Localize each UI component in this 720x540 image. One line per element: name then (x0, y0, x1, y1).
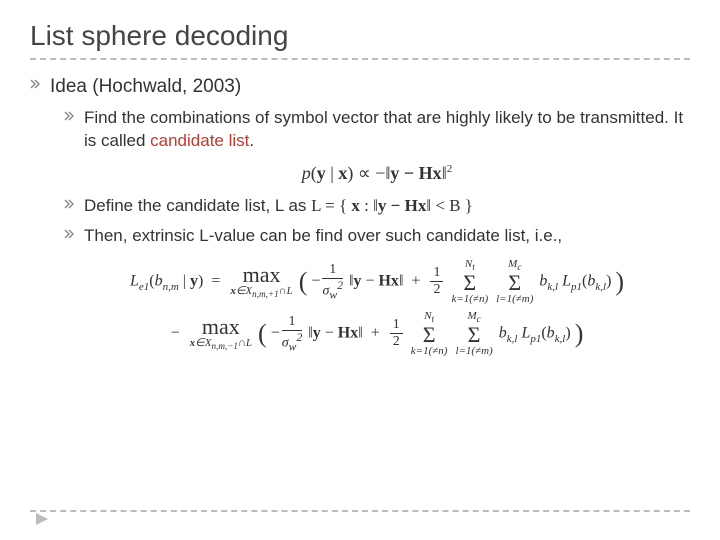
slide: List sphere decoding Idea (Hochwald, 200… (0, 0, 720, 540)
formula-extrinsic-lvalue: Le1(bn,m | y) = maxx∈Xn,m,+1∩L ( −1σw2 ‖… (64, 256, 690, 360)
f1-bar: | (326, 163, 339, 183)
next-slide-icon[interactable] (36, 512, 50, 530)
idea-text: Idea (Hochwald, 2003) (50, 74, 241, 100)
f1-ymhx: y − Hx (390, 163, 441, 183)
bullet-lvl2-define: Define the candidate list, L as L = { x … (64, 194, 690, 218)
ldef-x: x (351, 196, 360, 215)
define-pre: Define the candidate list, L as (84, 196, 311, 215)
bullet-lvl2-then: Then, extrinsic L-value can be find over… (64, 224, 690, 248)
f1-p: p (302, 163, 311, 183)
f1-prop: ∝ − (353, 163, 385, 183)
bullet-lvl2-find: Find the combinations of symbol vector t… (64, 106, 690, 154)
bullet-icon (30, 79, 42, 89)
ldef-lt: < B } (431, 196, 473, 215)
f1-y: y (317, 163, 326, 183)
f1-sq: 2 (447, 163, 453, 175)
candidate-list-label: candidate list (150, 131, 249, 150)
ldef-b: : (360, 196, 373, 215)
f1-x: x (338, 163, 347, 183)
bullet-icon (64, 229, 76, 239)
bullet-lvl1: Idea (Hochwald, 2003) (30, 74, 690, 100)
bullet-icon (64, 199, 76, 209)
find-text: Find the combinations of symbol vector t… (84, 106, 690, 154)
find-post: . (249, 131, 254, 150)
formula-likelihood: p(y | x) ∝ −‖y − Hx‖2 (64, 163, 690, 184)
bottom-divider (30, 510, 690, 512)
sub-bullets: Find the combinations of symbol vector t… (30, 106, 690, 360)
ldef-ymhx: y − Hx (378, 196, 426, 215)
bullet-icon (64, 111, 76, 121)
ldef-a: L = { (311, 196, 351, 215)
page-title: List sphere decoding (30, 20, 690, 60)
then-text: Then, extrinsic L-value can be find over… (84, 224, 562, 248)
define-text: Define the candidate list, L as L = { x … (84, 194, 473, 218)
